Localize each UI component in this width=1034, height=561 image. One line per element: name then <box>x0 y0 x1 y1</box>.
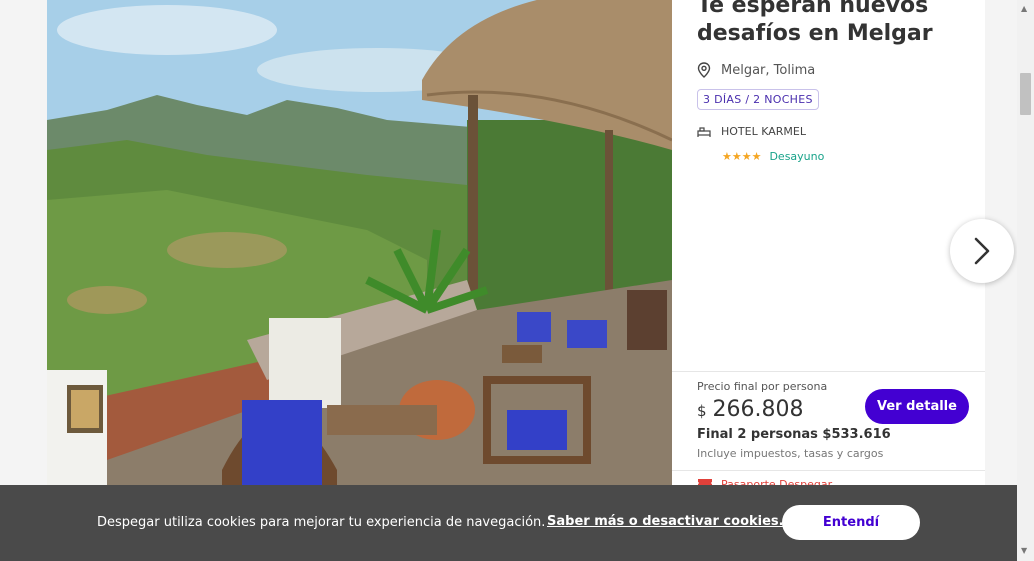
duration-badge: 3 DÍAS / 2 NOCHES <box>697 89 819 110</box>
package-photo[interactable] <box>47 0 672 561</box>
package-card[interactable]: Te esperan nuevos desafíos en Melgar Mel… <box>47 0 985 561</box>
star-rating: ★★★★ <box>722 150 762 163</box>
price-label: Precio final por persona <box>697 380 828 393</box>
package-info: Te esperan nuevos desafíos en Melgar Mel… <box>672 0 985 561</box>
divider <box>672 470 985 471</box>
package-title[interactable]: Te esperan nuevos desafíos en Melgar <box>697 0 967 48</box>
taxes-note: Incluye impuestos, tasas y cargos <box>697 447 884 460</box>
location-text: Melgar, Tolima <box>721 62 816 78</box>
hotel: HOTEL KARMEL <box>697 125 806 138</box>
landscape-image <box>47 0 672 561</box>
location: Melgar, Tolima <box>697 62 815 78</box>
scroll-down-arrow-icon[interactable]: ▼ <box>1021 546 1027 555</box>
cookie-settings-link[interactable]: Saber más o desactivar cookies. <box>547 514 784 529</box>
map-pin-icon <box>697 62 711 78</box>
hotel-meta: ★★★★ Desayuno <box>722 150 824 163</box>
cookie-message: Despegar utiliza cookies para mejorar tu… <box>97 515 546 530</box>
next-slide-button[interactable] <box>950 219 1014 283</box>
scroll-up-arrow-icon[interactable]: ▲ <box>1021 4 1027 13</box>
bed-icon <box>697 126 711 137</box>
price: $ 266.808 <box>697 397 804 422</box>
hotel-name: HOTEL KARMEL <box>721 125 806 138</box>
chevron-right-icon <box>974 237 990 265</box>
meal-plan: Desayuno <box>769 150 825 163</box>
divider <box>672 371 985 372</box>
cookie-banner: Despegar utiliza cookies para mejorar tu… <box>0 485 1017 561</box>
price-currency: $ <box>697 402 707 420</box>
view-detail-button[interactable]: Ver detalle <box>865 389 969 424</box>
price-amount: 266.808 <box>712 397 804 422</box>
scrollbar-thumb[interactable] <box>1020 73 1031 115</box>
page-scrollbar[interactable]: ▲ ▼ <box>1017 0 1034 561</box>
final-price: Final 2 personas $533.616 <box>697 427 891 442</box>
accept-cookies-button[interactable]: Entendí <box>782 505 920 540</box>
